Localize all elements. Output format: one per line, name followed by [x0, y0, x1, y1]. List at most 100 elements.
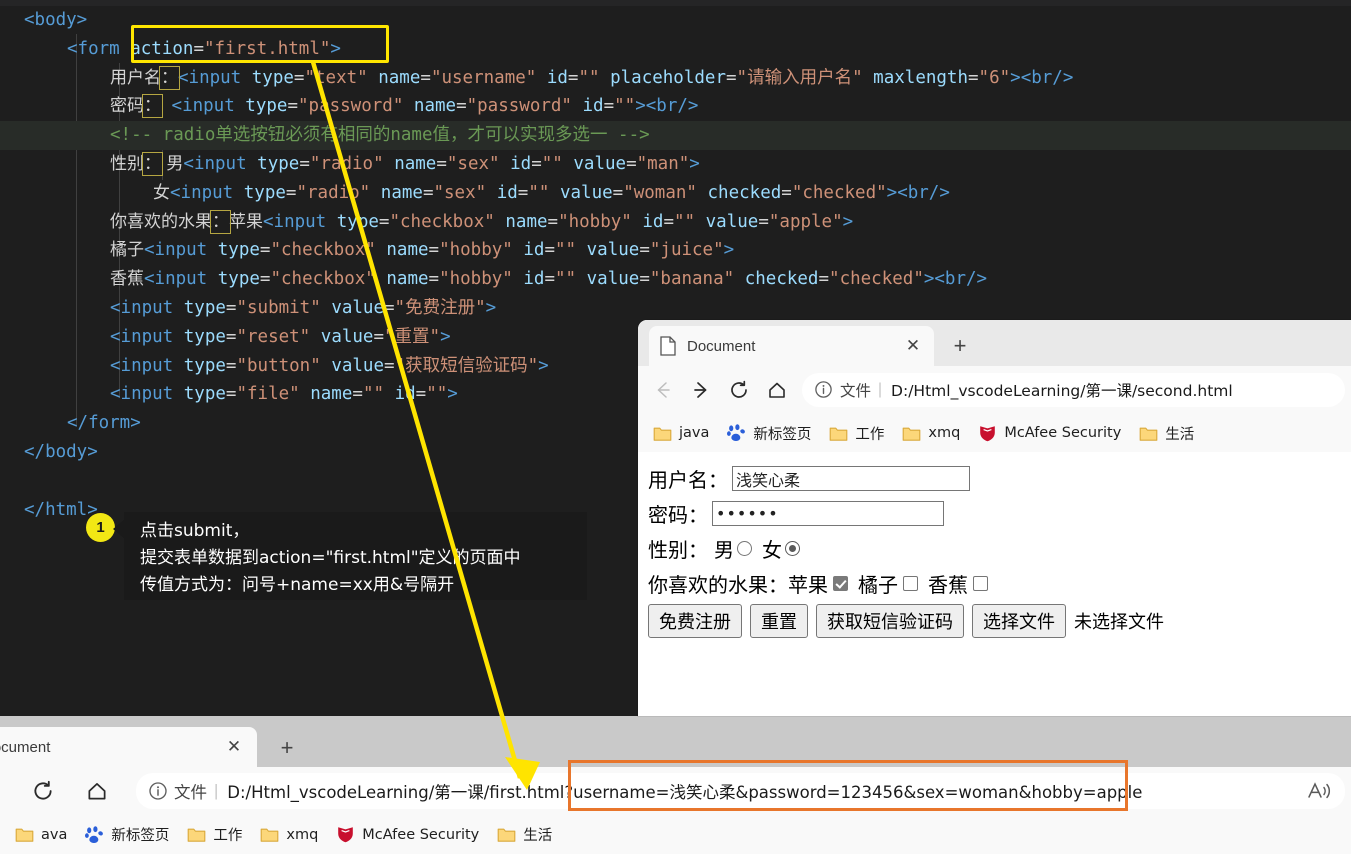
code-token-tag: ><br/>	[923, 269, 988, 290]
code-token-tag: <input	[110, 326, 184, 347]
folder-icon	[497, 826, 516, 843]
code-token-txt: 性别	[110, 153, 144, 174]
bookmark-item[interactable]: 工作	[822, 420, 891, 447]
bookmark-item[interactable]: McAfee Security	[971, 421, 1128, 446]
tab-title: Document	[0, 738, 51, 756]
code-token-eq	[321, 356, 332, 376]
username-input[interactable]: 浅笑心柔	[732, 466, 970, 491]
code-token-eq: =	[415, 384, 427, 405]
address-bar[interactable]: 文件 | D:/Html_vscodeLearning/第一课/first.ht…	[136, 773, 1345, 809]
tab-strip: Document ✕ +	[0, 722, 1351, 767]
fruit-banana-checkbox[interactable]	[973, 576, 988, 591]
code-token-eq: =	[626, 153, 637, 174]
code-token-eq: =	[639, 269, 650, 290]
password-input[interactable]: ••••••	[712, 501, 944, 526]
sex-female-radio[interactable]	[785, 541, 800, 556]
code-token-eq: =	[818, 269, 830, 290]
bookmark-item[interactable]: 生活	[490, 821, 559, 848]
close-icon[interactable]: ✕	[223, 736, 245, 758]
page-viewport[interactable]: 用户名： 浅笑心柔 密码： •••••• 性别： 男 女 你喜欢的水果： 苹果 …	[638, 452, 1351, 716]
reload-icon[interactable]	[24, 774, 62, 808]
code-token-eq: =	[567, 67, 579, 88]
bookmark-item[interactable]: 新标签页	[78, 821, 176, 848]
bookmark-item[interactable]: ava	[8, 823, 74, 846]
code-token-brk: ：	[159, 65, 180, 90]
bookmark-item[interactable]: 生活	[1132, 420, 1201, 447]
read-aloud-icon[interactable]	[1305, 776, 1335, 806]
browser-window-second[interactable]: Document ✕ + 文件 | D:/Html_vscodeLearning…	[638, 320, 1351, 716]
sex-female-label: 女	[762, 538, 782, 562]
browser-window-first[interactable]: Document ✕ + 文件 | D:/Html_vscodeLearning…	[0, 722, 1351, 854]
url-separator: |	[878, 381, 883, 398]
code-token-eq: =	[378, 211, 390, 232]
code-token-str: "woman"	[623, 182, 697, 203]
fruit-orange-checkbox[interactable]	[903, 576, 918, 591]
sex-label: 性别：	[648, 538, 708, 562]
browser-tab[interactable]: Document ✕	[649, 326, 934, 366]
new-tab-button[interactable]: +	[273, 734, 301, 762]
code-token-eq	[370, 183, 381, 203]
folder-icon	[260, 826, 279, 843]
code-token-tag: </html>	[24, 499, 98, 520]
code-token-eq: =	[384, 355, 395, 376]
home-icon[interactable]	[78, 774, 116, 808]
browser-tab[interactable]: Document ✕	[0, 727, 257, 767]
forward-icon[interactable]	[682, 373, 720, 407]
code-token-eq: =	[420, 67, 431, 88]
back-icon[interactable]	[644, 373, 682, 407]
tab-title: Document	[687, 337, 756, 355]
code-token-eq: =	[663, 211, 675, 232]
code-token-txt: 香蕉	[110, 269, 144, 290]
code-token-eq: =	[225, 384, 237, 405]
bookmark-item[interactable]: 新标签页	[720, 420, 818, 447]
code-token-attr: value	[331, 297, 384, 318]
code-token-tag: <input	[263, 211, 337, 232]
url-scheme-label: 文件	[174, 783, 207, 802]
code-token-str: "radio"	[309, 153, 384, 174]
code-token-attr: type	[251, 67, 294, 88]
code-token-attr: id	[496, 182, 518, 203]
sex-male-radio[interactable]	[737, 541, 752, 556]
close-icon[interactable]: ✕	[902, 335, 924, 357]
code-token-tag: <input	[161, 96, 246, 117]
bookmark-item[interactable]: xmq	[895, 422, 967, 445]
mcafee-icon	[336, 825, 355, 844]
bookmark-label: 生活	[523, 828, 553, 844]
callout-badge: 1	[86, 513, 115, 542]
submit-button[interactable]: 免费注册	[648, 604, 742, 638]
code-token-attr: name	[386, 269, 429, 290]
code-token-eq	[697, 183, 708, 203]
choose-file-button[interactable]: 选择文件	[972, 604, 1066, 638]
code-token-attr: type	[336, 211, 379, 232]
code-token-str: "juice"	[649, 240, 724, 261]
fruit-apple-checkbox[interactable]	[833, 576, 848, 591]
bookmark-item[interactable]: xmq	[253, 823, 325, 846]
bookmark-label: ava	[41, 826, 68, 843]
bookmarks-bar: ava 新标签页 工作 xmq McAfee Security 生活	[0, 815, 1351, 854]
code-token-eq: =	[225, 355, 237, 376]
reload-icon[interactable]	[720, 373, 758, 407]
address-bar[interactable]: 文件 | D:/Html_vscodeLearning/第一课/second.h…	[802, 373, 1345, 407]
code-token-str: ""	[555, 240, 577, 261]
code-token-attr: value	[705, 211, 759, 232]
new-tab-button[interactable]: +	[946, 332, 974, 360]
fruit-apple-label: 苹果	[788, 573, 828, 597]
code-token-eq	[300, 384, 311, 404]
code-token-eq: =	[968, 67, 979, 88]
bookmark-item[interactable]: 工作	[180, 821, 249, 848]
home-icon[interactable]	[758, 373, 796, 407]
bookmark-label: 工作	[855, 426, 885, 443]
code-line: 香蕉<input type="checkbox" name="hobby" id…	[0, 265, 1351, 294]
code-token-eq	[500, 154, 511, 174]
reset-button[interactable]: 重置	[750, 604, 808, 638]
code-token-attr: value	[559, 182, 613, 203]
code-token-attr: type	[183, 355, 226, 376]
bookmark-item[interactable]: java	[646, 422, 716, 445]
code-token-str: "获取短信验证码"	[394, 355, 539, 376]
code-token-attr: value	[573, 153, 627, 174]
code-token-attr: action	[130, 38, 194, 59]
code-token-txt: 女	[153, 182, 170, 203]
sms-code-button[interactable]: 获取短信验证码	[816, 604, 964, 638]
code-token-str: "reset"	[236, 326, 311, 347]
bookmark-item[interactable]: McAfee Security	[329, 822, 486, 847]
